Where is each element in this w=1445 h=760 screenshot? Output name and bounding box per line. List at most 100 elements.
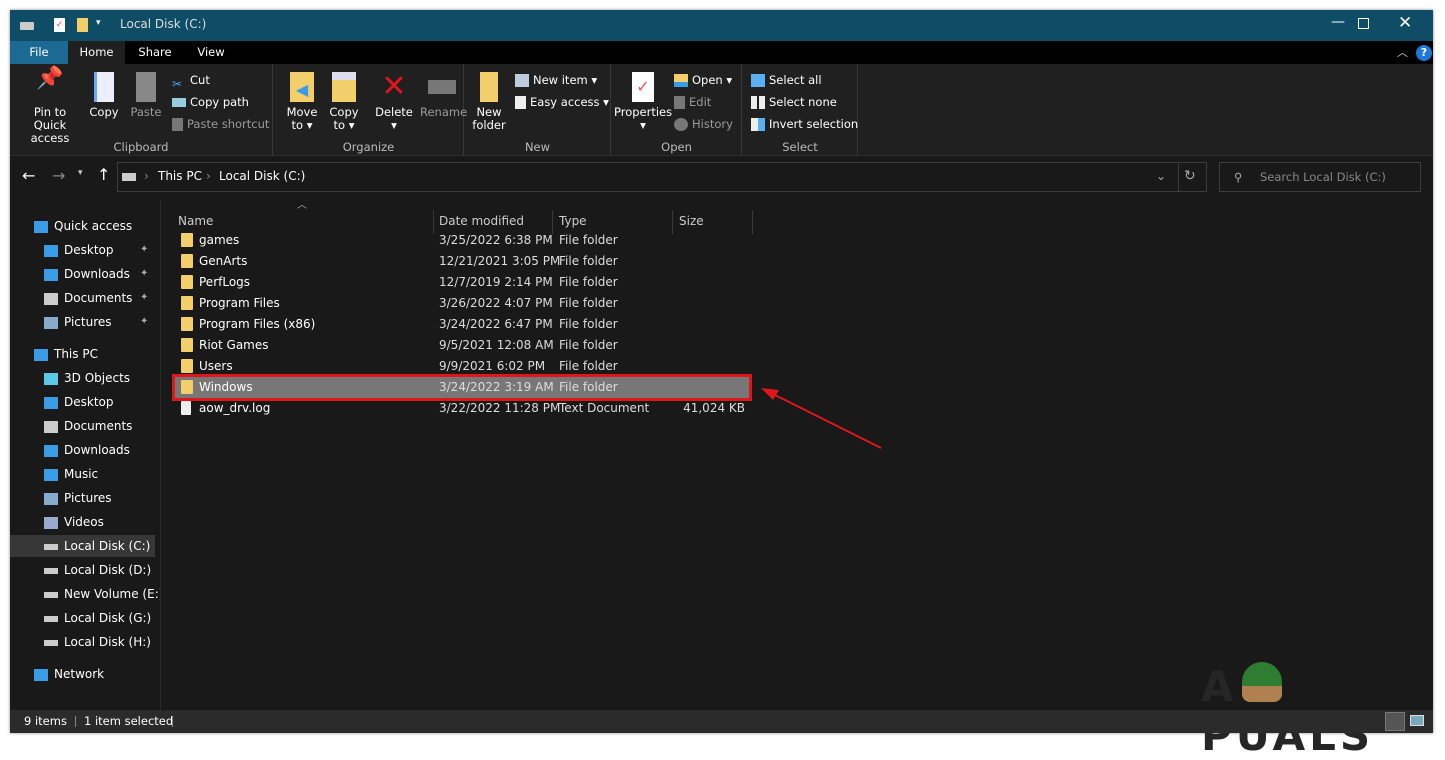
sidebar-item[interactable]: New Volume (E:)	[10, 583, 163, 605]
history-button[interactable]: History	[674, 114, 733, 134]
easy-access-button[interactable]: Easy access ▾	[515, 92, 609, 112]
chevron-right-icon: ›	[206, 169, 211, 183]
sidebar-item-label: Quick access	[54, 219, 133, 233]
maximize-button[interactable]	[1358, 18, 1369, 29]
refresh-button[interactable]: ↻	[1184, 168, 1196, 184]
properties-button[interactable]: ✓ Properties ▾	[614, 72, 672, 132]
file-date: 9/9/2021 6:02 PM	[439, 359, 546, 373]
file-row[interactable]: GenArts 12/21/2021 3:05 PM File folder	[175, 251, 749, 272]
details-view-button[interactable]	[1385, 712, 1405, 731]
delete-button[interactable]: ✕ Delete ▾	[374, 72, 414, 132]
new-folder-button[interactable]: New folder	[471, 72, 507, 132]
invert-selection-button[interactable]: Invert selection	[751, 114, 858, 134]
tab-view[interactable]: View	[188, 41, 234, 64]
sidebar-item[interactable]: Downloads ✦	[10, 263, 155, 285]
file-row[interactable]: Program Files 3/26/2022 4:07 PM File fol…	[175, 293, 749, 314]
sidebar-item[interactable]: Pictures ✦	[10, 311, 155, 333]
address-dropdown-icon[interactable]: ⌄	[1156, 169, 1166, 183]
cut-button[interactable]: ✂ Cut	[172, 70, 210, 91]
back-button[interactable]: ←	[22, 166, 35, 185]
tab-home[interactable]: Home	[68, 41, 125, 64]
copy-icon	[94, 72, 114, 102]
tab-share[interactable]: Share	[130, 41, 180, 64]
sidebar-item-label: Music	[64, 467, 99, 481]
column-header-size[interactable]: Size	[679, 210, 704, 232]
properties-quick-icon[interactable]: ✓	[54, 18, 65, 32]
paste-shortcut-icon	[172, 118, 183, 131]
sidebar-item[interactable]: Local Disk (D:)	[10, 559, 155, 581]
delete-x-icon: ✕	[381, 69, 407, 104]
file-row[interactable]: Riot Games 9/5/2021 12:08 AM File folder	[175, 335, 749, 356]
sidebar-item[interactable]: Local Disk (C:)	[10, 535, 155, 557]
select-none-button[interactable]: Select none	[751, 92, 837, 112]
copy-button[interactable]: Copy	[88, 72, 120, 119]
column-header-date[interactable]: Date modified	[439, 210, 524, 232]
sidebar-item[interactable]: Local Disk (G:)	[10, 607, 155, 629]
sidebar-item[interactable]: Network	[10, 663, 155, 685]
sidebar-item[interactable]: Desktop	[10, 391, 155, 413]
tab-file[interactable]: File	[10, 41, 68, 64]
address-bar[interactable]: › This PC › Local Disk (C:) ⌄ ↻	[117, 162, 1207, 192]
navigation-bar: ← → ▾ ↑ › This PC › Local Disk (C:) ⌄ ↻ …	[10, 160, 1433, 200]
new-item-icon	[515, 74, 529, 87]
rename-icon	[428, 80, 456, 94]
close-button[interactable]: ✕	[1398, 13, 1412, 33]
sidebar-item[interactable]: Music	[10, 463, 155, 485]
file-row[interactable]: Users 9/9/2021 6:02 PM File folder	[175, 356, 749, 377]
minimize-button[interactable]: —	[1315, 14, 1361, 38]
breadcrumb-local-disk[interactable]: Local Disk (C:)	[219, 169, 305, 183]
collapse-ribbon-icon[interactable]: ︿	[1397, 44, 1408, 60]
file-row[interactable]: games 3/25/2022 6:38 PM File folder	[175, 230, 749, 251]
scissors-icon: ✂	[172, 77, 183, 91]
paste-shortcut-button[interactable]: Paste shortcut	[172, 114, 269, 134]
select-all-button[interactable]: Select all	[751, 70, 822, 90]
sidebar-item[interactable]: Pictures	[10, 487, 155, 509]
paste-icon	[136, 72, 156, 102]
sidebar-item[interactable]: Quick access	[10, 215, 155, 237]
drive-icon	[44, 543, 58, 550]
sidebar-item[interactable]: This PC	[10, 343, 155, 365]
new-folder-quick-icon[interactable]	[77, 18, 88, 32]
sidebar-item[interactable]: 3D Objects	[10, 367, 155, 389]
sidebar-item[interactable]: Documents ✦	[10, 287, 155, 309]
file-row[interactable]: Program Files (x86) 3/24/2022 6:47 PM Fi…	[175, 314, 749, 335]
copy-path-button[interactable]: Copy path	[172, 92, 249, 112]
sidebar-item-label: 3D Objects	[64, 371, 131, 385]
customize-toolbar-icon[interactable]: ▾	[96, 18, 101, 28]
help-icon[interactable]: ?	[1416, 45, 1432, 61]
copy-to-button[interactable]: Copy to ▾	[324, 72, 364, 132]
file-name: Program Files (x86)	[199, 317, 316, 331]
folder-icon	[181, 275, 193, 289]
file-row[interactable]: aow_drv.log 3/22/2022 11:28 PM Text Docu…	[175, 398, 749, 419]
forward-button[interactable]: →	[52, 166, 65, 185]
column-header-name[interactable]: Name	[178, 210, 213, 232]
pin-quick-access-button[interactable]: 📌 Pin to Quick access	[16, 68, 84, 145]
file-row[interactable]: Windows 3/24/2022 3:19 AM File folder	[172, 374, 752, 401]
sidebar-item[interactable]: Downloads	[10, 439, 155, 461]
ribbon-tabs: File Home Share View ︿ ?	[10, 41, 1433, 64]
search-input[interactable]: ⚲ Search Local Disk (C:)	[1219, 162, 1421, 192]
breadcrumb-this-pc[interactable]: This PC	[158, 169, 202, 183]
file-row[interactable]: PerfLogs 12/7/2019 2:14 PM File folder	[175, 272, 749, 293]
paste-button[interactable]: Paste	[128, 72, 164, 119]
open-button[interactable]: Open ▾	[674, 70, 732, 90]
move-to-button[interactable]: ◀ Move to ▾	[282, 72, 322, 132]
rename-button[interactable]: Rename	[420, 72, 467, 119]
pin-icon: ✦	[140, 292, 149, 303]
recent-locations-icon[interactable]: ▾	[78, 168, 83, 178]
up-button[interactable]: ↑	[97, 165, 110, 184]
large-icons-view-button[interactable]	[1410, 715, 1424, 726]
sidebar-item-label: Documents	[64, 419, 133, 433]
edit-button[interactable]: Edit	[674, 92, 711, 112]
folder-icon	[181, 254, 193, 268]
sidebar-item[interactable]: Local Disk (H:)	[10, 631, 155, 653]
file-date: 9/5/2021 12:08 AM	[439, 338, 554, 352]
sidebar-item[interactable]: Videos	[10, 511, 155, 533]
file-type: Text Document	[559, 401, 650, 415]
new-item-button[interactable]: New item ▾	[515, 70, 597, 90]
sidebar-item[interactable]: Desktop ✦	[10, 239, 155, 261]
column-divider[interactable]	[752, 210, 753, 234]
column-header-type[interactable]: Type	[559, 210, 587, 232]
move-to-icon: ◀	[290, 72, 314, 102]
sidebar-item[interactable]: Documents	[10, 415, 155, 437]
